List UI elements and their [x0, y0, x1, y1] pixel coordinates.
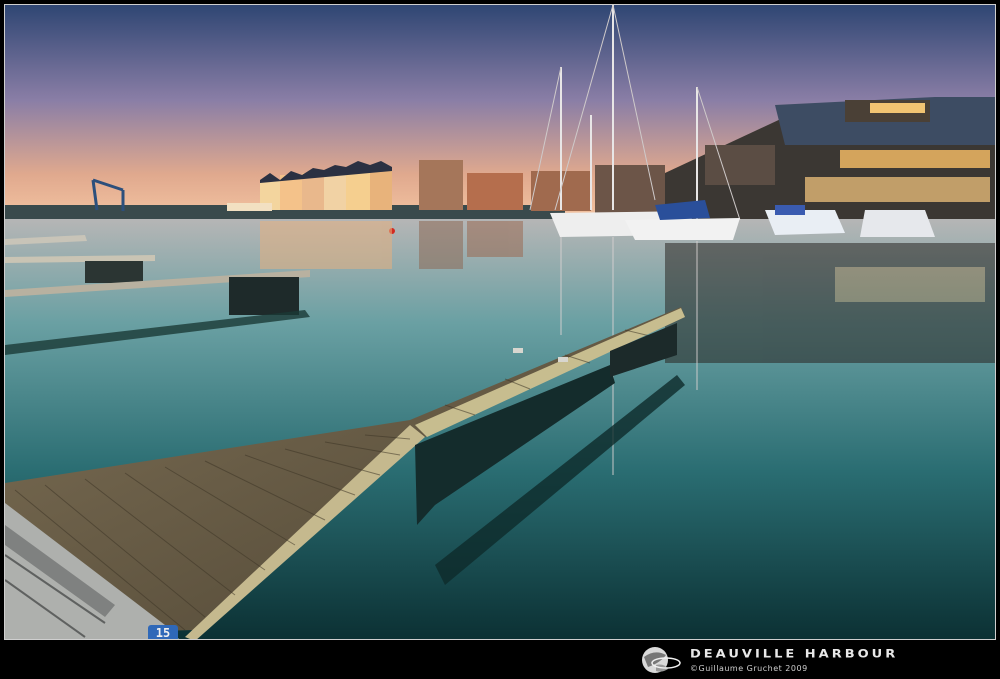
harbour-photo: 15 [4, 4, 996, 640]
photo-frame: 15 DEAUVILLE HARBOUR ©Guillaume Gruchet … [0, 0, 1000, 678]
berth-number: 15 [155, 626, 171, 640]
photo-credit: ©Guillaume Gruchet 2009 [690, 664, 808, 673]
photo-title: DEAUVILLE HARBOUR [690, 648, 899, 661]
globe-logo-icon [640, 645, 682, 675]
berth-number-plate: 15 [148, 625, 178, 640]
